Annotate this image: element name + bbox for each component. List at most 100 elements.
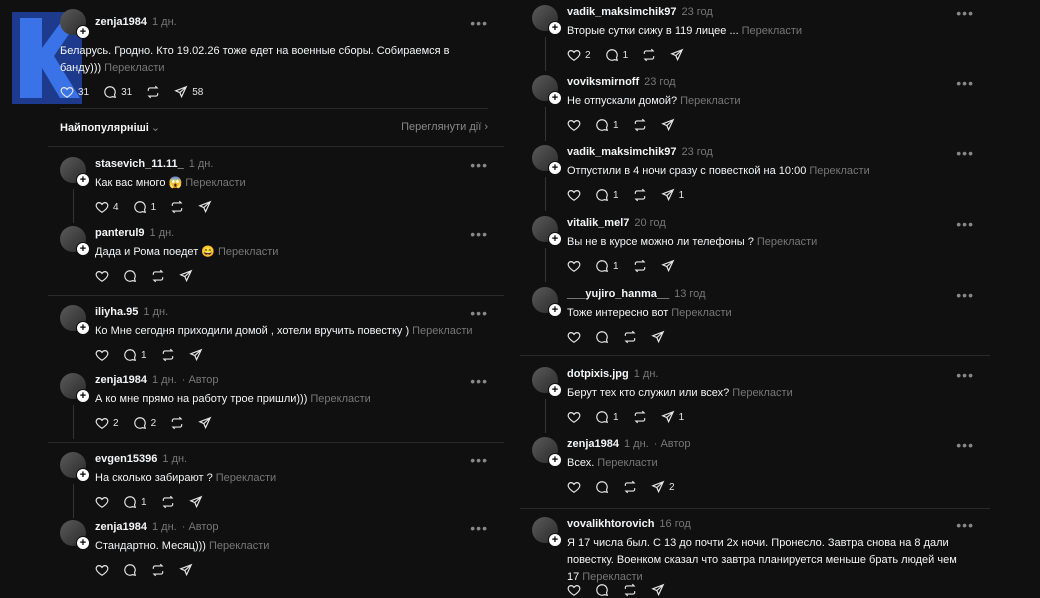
reply-button[interactable]: 1	[595, 410, 619, 424]
avatar[interactable]: +	[532, 287, 562, 317]
like-button[interactable]	[95, 269, 109, 283]
share-button[interactable]	[651, 583, 665, 597]
translate-link[interactable]: Перекласти	[671, 307, 731, 319]
more-options-icon[interactable]: •••	[956, 217, 974, 231]
username[interactable]: voviksmirnoff	[567, 76, 639, 88]
follow-plus-icon[interactable]: +	[548, 303, 562, 317]
share-button[interactable]	[651, 330, 665, 344]
sort-dropdown[interactable]: Найпопулярніші ⌄	[60, 121, 160, 134]
repost-button[interactable]	[633, 259, 647, 273]
avatar[interactable]: +	[532, 5, 562, 35]
follow-plus-icon[interactable]: +	[548, 232, 562, 246]
like-button[interactable]	[95, 563, 109, 577]
more-options-icon[interactable]: •••	[956, 518, 974, 532]
reply-button[interactable]: 2	[133, 416, 156, 430]
reply-button[interactable]	[595, 480, 609, 494]
repost-button[interactable]	[146, 85, 160, 99]
follow-plus-icon[interactable]: +	[76, 321, 90, 335]
username[interactable]: stasevich_11.11_	[95, 158, 184, 170]
username[interactable]: zenja1984	[567, 438, 619, 450]
like-button[interactable]	[95, 495, 109, 509]
username[interactable]: zenja1984	[95, 521, 147, 533]
follow-plus-icon[interactable]: +	[548, 453, 562, 467]
avatar[interactable]: +	[532, 367, 562, 397]
more-options-icon[interactable]: •••	[470, 521, 488, 535]
more-options-icon[interactable]: •••	[956, 368, 974, 382]
avatar[interactable]: +	[60, 452, 90, 482]
more-options-icon[interactable]: •••	[956, 76, 974, 90]
reply-button[interactable]	[595, 330, 609, 344]
share-button[interactable]	[670, 48, 684, 62]
follow-plus-icon[interactable]: +	[548, 91, 562, 105]
follow-plus-icon[interactable]: +	[548, 533, 562, 547]
avatar[interactable]: +	[60, 9, 90, 39]
avatar[interactable]: +	[532, 75, 562, 105]
avatar[interactable]: +	[60, 373, 90, 403]
more-options-icon[interactable]: •••	[470, 158, 488, 172]
more-options-icon[interactable]: •••	[470, 16, 488, 30]
like-button[interactable]: 2	[567, 48, 591, 62]
share-button[interactable]: 1	[660, 410, 684, 424]
share-button[interactable]: 2	[651, 480, 675, 494]
repost-button[interactable]	[623, 583, 637, 597]
reply-button[interactable]: 1	[123, 495, 147, 509]
share-button[interactable]	[198, 416, 212, 430]
repost-button[interactable]	[633, 188, 647, 202]
repost-button[interactable]	[170, 416, 184, 430]
share-button[interactable]	[660, 118, 675, 132]
translate-link[interactable]: Перекласти	[757, 236, 817, 248]
follow-plus-icon[interactable]: +	[76, 389, 90, 403]
follow-plus-icon[interactable]: +	[76, 173, 90, 187]
username[interactable]: evgen15396	[95, 453, 157, 465]
translate-link[interactable]: Перекласти	[597, 457, 657, 469]
username[interactable]: iliyha.95	[95, 306, 138, 318]
like-button[interactable]	[567, 480, 581, 494]
translate-link[interactable]: Перекласти	[742, 25, 802, 37]
reply-button[interactable]: 1	[605, 48, 628, 62]
avatar[interactable]: +	[532, 145, 562, 175]
repost-button[interactable]	[633, 118, 647, 132]
translate-link[interactable]: Перекласти	[680, 95, 740, 107]
follow-plus-icon[interactable]: +	[548, 161, 562, 175]
repost-button[interactable]	[161, 495, 175, 509]
avatar[interactable]: +	[532, 216, 562, 246]
avatar[interactable]: +	[60, 520, 90, 550]
more-options-icon[interactable]: •••	[956, 438, 974, 452]
username[interactable]: zenja1984	[95, 374, 147, 386]
like-button[interactable]: 2	[95, 416, 119, 430]
repost-button[interactable]	[151, 269, 165, 283]
share-button[interactable]	[660, 259, 675, 273]
avatar[interactable]: +	[60, 226, 90, 256]
translate-link[interactable]: Перекласти	[185, 177, 245, 189]
follow-plus-icon[interactable]: +	[548, 21, 562, 35]
more-options-icon[interactable]: •••	[470, 374, 488, 388]
avatar[interactable]: +	[60, 157, 90, 187]
username[interactable]: ___yujiro_hanma__	[567, 288, 669, 300]
like-button[interactable]	[567, 188, 581, 202]
like-button[interactable]: 31	[60, 85, 89, 99]
username[interactable]: vitalik_mel7	[567, 217, 629, 229]
share-button[interactable]	[198, 200, 212, 214]
username[interactable]: dotpixis.jpg	[567, 368, 629, 380]
reply-button[interactable]: 1	[595, 259, 619, 273]
follow-plus-icon[interactable]: +	[76, 25, 90, 39]
more-options-icon[interactable]: •••	[470, 306, 488, 320]
reply-button[interactable]: 1	[595, 188, 619, 202]
username[interactable]: zenja1984	[95, 16, 147, 28]
translate-link[interactable]: Перекласти	[732, 387, 792, 399]
like-button[interactable]	[567, 118, 581, 132]
reply-button[interactable]: 1	[595, 118, 619, 132]
follow-plus-icon[interactable]: +	[76, 468, 90, 482]
like-button[interactable]	[567, 259, 581, 273]
share-button[interactable]	[179, 269, 193, 283]
translate-link[interactable]: Перекласти	[216, 472, 276, 484]
more-options-icon[interactable]: •••	[956, 6, 974, 20]
translate-link[interactable]: Перекласти	[218, 246, 278, 258]
username[interactable]: vadik_maksimchik97	[567, 146, 676, 158]
like-button[interactable]	[567, 410, 581, 424]
reply-button[interactable]: 31	[103, 85, 132, 99]
translate-link[interactable]: Перекласти	[104, 62, 164, 74]
avatar[interactable]: +	[532, 437, 562, 467]
reply-button[interactable]	[595, 583, 609, 597]
translate-link[interactable]: Перекласти	[209, 540, 269, 552]
